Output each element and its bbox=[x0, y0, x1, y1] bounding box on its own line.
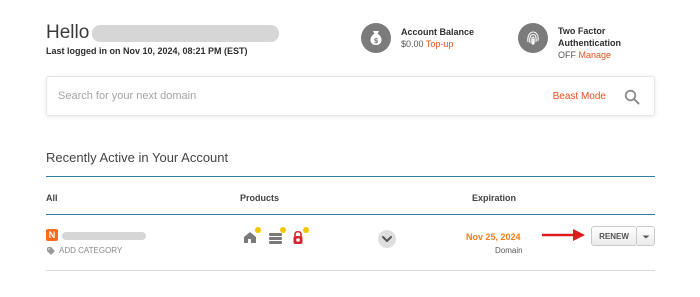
manage-link[interactable]: Manage bbox=[579, 50, 612, 60]
server-stack-icon[interactable] bbox=[268, 227, 286, 245]
redacted-username bbox=[92, 24, 280, 42]
add-category-label: ADD CATEGORY bbox=[59, 246, 123, 255]
expiration-date: Nov 25, 2024 bbox=[466, 232, 521, 242]
top-up-link[interactable]: Top-up bbox=[426, 39, 454, 49]
search-input[interactable]: Search for your next domain bbox=[58, 90, 196, 102]
chevron-down-icon[interactable] bbox=[378, 230, 396, 248]
product-badge-dot bbox=[280, 227, 286, 233]
recently-active-title: Recently Active in Your Account bbox=[46, 150, 229, 165]
divider-top bbox=[46, 176, 655, 177]
domain-search-box[interactable]: Search for your next domain Beast Mode bbox=[46, 76, 655, 116]
two-factor-status-text: OFF bbox=[558, 50, 576, 60]
product-badge-dot bbox=[255, 227, 261, 233]
money-bag-icon: $ bbox=[361, 23, 391, 53]
email-lock-icon[interactable] bbox=[291, 227, 309, 245]
red-arrow-icon bbox=[542, 229, 585, 241]
caret-down-icon bbox=[642, 235, 650, 239]
domain-logo-icon: N bbox=[46, 229, 58, 241]
greeting: Hello bbox=[46, 22, 280, 44]
account-balance-amount: $0.00 bbox=[401, 39, 424, 49]
column-header-expiration: Expiration bbox=[472, 193, 517, 203]
account-balance: $ Account Balance $0.00 Top-up bbox=[361, 23, 474, 53]
account-balance-title: Account Balance bbox=[401, 27, 475, 37]
renew-button[interactable]: RENEW bbox=[591, 226, 637, 246]
expiration-type: Domain bbox=[495, 246, 523, 255]
search-icon[interactable] bbox=[624, 89, 640, 105]
two-factor-title-line2: Authentication bbox=[558, 38, 621, 48]
redacted-domain-name[interactable] bbox=[62, 232, 146, 240]
hello-text: Hello bbox=[46, 22, 90, 43]
add-category-link[interactable]: ADD CATEGORY bbox=[47, 246, 122, 255]
two-factor-title-line1: Two Factor bbox=[558, 26, 606, 36]
hosting-house-icon[interactable] bbox=[243, 227, 261, 245]
tag-icon bbox=[47, 246, 55, 255]
beast-mode-link[interactable]: Beast Mode bbox=[553, 91, 606, 102]
two-factor-status: Two Factor Authentication OFF Manage bbox=[518, 23, 621, 61]
svg-text:$: $ bbox=[374, 37, 379, 45]
product-badge-dot bbox=[303, 227, 309, 233]
fingerprint-icon bbox=[518, 23, 548, 53]
divider-header bbox=[46, 214, 655, 215]
last-logged-in: Last logged in on Nov 10, 2024, 08:21 PM… bbox=[46, 46, 248, 56]
column-header-all: All bbox=[46, 193, 58, 203]
column-header-products: Products bbox=[240, 193, 280, 203]
renew-options-dropdown[interactable] bbox=[637, 226, 655, 246]
divider-bottom bbox=[46, 270, 655, 271]
